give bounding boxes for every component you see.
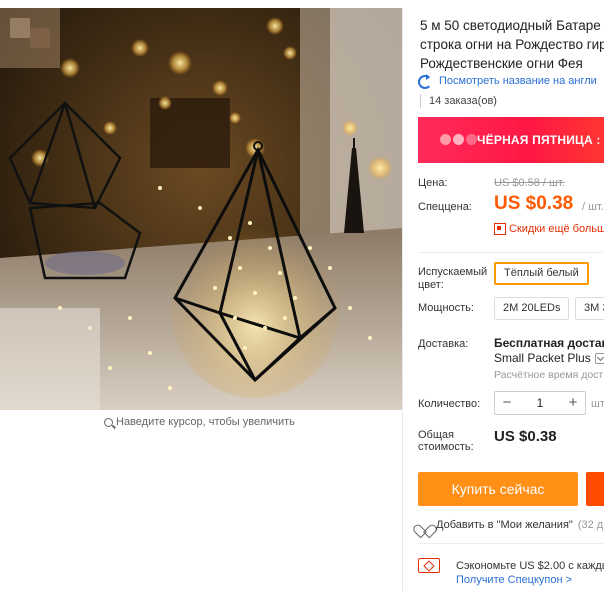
promo-balloons-icon xyxy=(440,134,477,145)
magnifier-icon xyxy=(104,417,113,427)
zoom-hint-text: Наведите курсор, чтобы увеличить xyxy=(116,416,295,428)
power-option-3m[interactable]: 3M 3 xyxy=(575,297,604,320)
add-to-wishlist-link[interactable]: Добавить в "Мои желания" (32 д xyxy=(418,519,603,531)
old-price: US $0.58 / шт. xyxy=(494,177,565,189)
add-to-cart-button[interactable] xyxy=(586,472,604,506)
quantity-increase-button[interactable]: + xyxy=(561,392,585,414)
get-coupon-link[interactable]: Получите Спецкупон > xyxy=(456,574,572,586)
shipping-method-text: Small Packet Plus xyxy=(494,351,591,365)
quantity-unit: шт xyxy=(591,398,604,410)
free-shipping-title: Бесплатная доставка xyxy=(494,336,604,350)
wishlist-count: (32 д xyxy=(577,519,604,531)
total-price: US $0.38 xyxy=(494,428,557,445)
column-divider xyxy=(402,8,403,591)
shipping-label: Доставка: xyxy=(418,338,469,350)
delivery-time: Расчётное время дост xyxy=(494,369,604,381)
total-label: Общая стоимость: xyxy=(418,429,478,453)
divider xyxy=(418,252,604,253)
shipping-method-select[interactable]: Small Packet Plus xyxy=(494,351,604,365)
quantity-label: Количество: xyxy=(418,398,481,410)
quantity-decrease-button[interactable]: − xyxy=(495,392,519,414)
promo-label: ЧЁРНАЯ ПЯТНИЦА : xyxy=(477,133,601,147)
divider xyxy=(418,543,604,544)
translate-title-link[interactable]: Посмотреть название на англи xyxy=(418,74,597,89)
price-unit: / шт. xyxy=(582,201,604,213)
chevron-down-icon xyxy=(594,352,604,364)
light-color-label-text: Испускаемый цвет: xyxy=(418,266,488,291)
light-color-label: Испускаемый цвет: xyxy=(418,266,498,292)
power-option-2m[interactable]: 2M 20LEDs xyxy=(494,297,570,320)
product-info-panel: 5 м 50 светодиодный Батаре строка огни н… xyxy=(410,0,604,591)
buy-now-button[interactable]: Купить сейчас xyxy=(418,472,578,506)
more-discounts-link[interactable]: Скидки ещё больш xyxy=(494,223,604,235)
color-option-warm-white[interactable]: Тёплый белый xyxy=(494,262,589,285)
old-price-label: Цена: xyxy=(418,177,448,189)
product-photo xyxy=(0,8,402,410)
product-title-line-3: Рождественские огни Фея xyxy=(420,56,583,71)
more-discounts-text: Скидки ещё больш xyxy=(509,223,604,235)
translate-title-text: Посмотреть название на англи xyxy=(439,74,597,87)
product-title: 5 м 50 светодиодный Батаре строка огни н… xyxy=(420,16,604,73)
special-price-label: Спеццена: xyxy=(418,201,472,213)
zoom-hint: Наведите курсор, чтобы увеличить xyxy=(104,416,295,428)
total-label-text: Общая стоимость: xyxy=(418,429,474,453)
product-title-line-2: строка огни на Рождество гир xyxy=(420,37,604,52)
special-price: US $0.38 xyxy=(494,193,574,214)
translate-icon xyxy=(418,74,434,89)
product-title-line-1: 5 м 50 светодиодный Батаре xyxy=(420,18,601,33)
quantity-input[interactable]: 1 xyxy=(519,396,561,410)
power-label: Мощность: xyxy=(418,302,474,314)
black-friday-banner[interactable]: ЧЁРНАЯ ПЯТНИЦА : xyxy=(418,117,604,163)
qr-code-icon xyxy=(494,223,506,235)
wishlist-text: Добавить в "Мои желания" xyxy=(436,519,573,531)
quantity-stepper: − 1 + xyxy=(494,391,586,415)
orders-count: 14 заказа(ов) xyxy=(420,94,497,108)
coupon-icon xyxy=(418,558,440,573)
heart-icon xyxy=(418,519,431,531)
product-main-image[interactable] xyxy=(0,8,402,410)
coupon-savings-text: Сэкономьте US $2.00 с кажды xyxy=(456,560,604,572)
